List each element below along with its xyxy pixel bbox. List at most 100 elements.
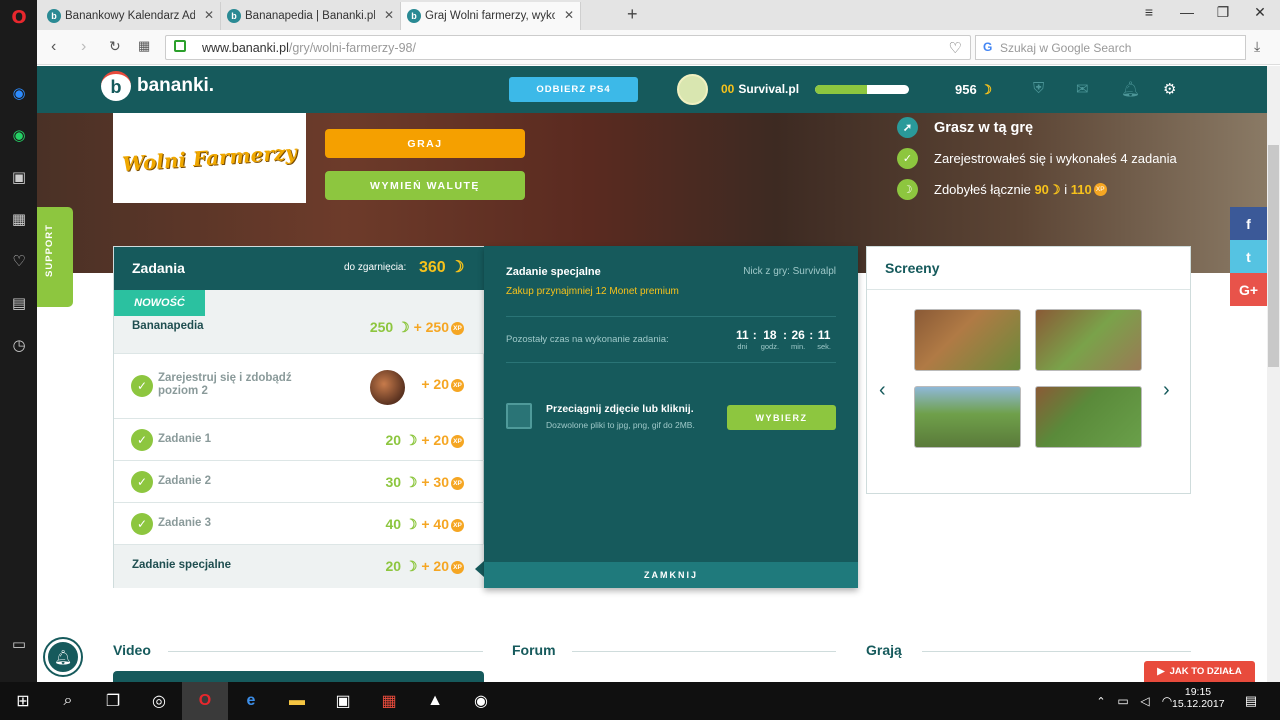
windows-taskbar: ⊞ ⌕ ❐ ◎ O e ▬ ▣ ▦ ▲ ◉ ⌃ ▭ ◁ ◠ ▤ xyxy=(0,682,1280,720)
screenshot-thumb[interactable] xyxy=(914,309,1021,371)
banana-icon: ☽ xyxy=(897,179,918,200)
tab-bar: b Banankowy Kalendarz Adw ✕ b Bananapedi… xyxy=(37,0,1280,30)
upload-instruction[interactable]: Przeciągnij zdjęcie lub kliknij. xyxy=(546,403,694,415)
user-name[interactable]: 00 Survival.pl xyxy=(721,82,799,96)
scrollbar-thumb[interactable] xyxy=(1268,145,1279,367)
xp-progress-bar xyxy=(815,85,909,94)
avatar[interactable] xyxy=(677,74,708,105)
steam-icon[interactable]: ◎ xyxy=(136,682,182,720)
system-clock[interactable]: 19:15 15.12.2017 xyxy=(1172,686,1225,710)
task-view-icon[interactable]: ❐ xyxy=(90,682,136,720)
facebook-share-button[interactable]: f xyxy=(1230,207,1267,240)
bookmark-heart-icon[interactable]: ♡ xyxy=(949,39,962,57)
opera-icon[interactable]: O xyxy=(182,682,228,720)
tab-bananapedia[interactable]: b Bananapedia | Bananki.pl ✕ xyxy=(221,2,401,30)
forum-section-title: Forum xyxy=(512,642,556,658)
task-row-1[interactable]: ✓ Zadanie 1 20 ☽ + 20 XP xyxy=(114,419,484,461)
minimize-icon[interactable]: — xyxy=(1172,4,1202,20)
shield-icon[interactable]: ⛨ xyxy=(1033,80,1044,97)
screenshot-thumb[interactable] xyxy=(914,386,1021,448)
video-card[interactable] xyxy=(113,671,484,682)
store-icon[interactable]: ▣ xyxy=(320,682,366,720)
close-tab-icon[interactable]: ✕ xyxy=(384,8,394,22)
search-input[interactable]: G Szukaj w Google Search xyxy=(975,35,1246,60)
cursor-icon: ➚ xyxy=(897,117,918,138)
whatsapp-icon[interactable]: ◉ xyxy=(8,124,30,146)
close-panel-button[interactable]: ZAMKNIJ xyxy=(484,562,858,588)
twitter-share-button[interactable]: t xyxy=(1230,240,1267,273)
support-tab[interactable]: SUPPORT xyxy=(37,207,73,307)
app-icon[interactable]: ◉ xyxy=(458,682,504,720)
video-section-title: Video xyxy=(113,642,151,658)
how-it-works-button[interactable]: ▶ JAK TO DZIAŁA xyxy=(1144,661,1255,682)
history-icon[interactable]: ◷ xyxy=(8,334,30,356)
notifications-icon[interactable]: ▤ xyxy=(1228,682,1274,720)
check-icon: ✓ xyxy=(131,429,153,451)
screenshot-thumb[interactable] xyxy=(1035,386,1142,448)
screenshot-thumb[interactable] xyxy=(1035,309,1142,371)
notification-bell-icon[interactable]: 🔔︎ xyxy=(45,639,81,675)
grid-icon[interactable]: ▦ xyxy=(8,208,30,230)
divider xyxy=(922,651,1191,652)
logo-b-icon: b xyxy=(101,71,131,101)
maximize-icon[interactable]: ❐ xyxy=(1208,4,1238,21)
close-tab-icon[interactable]: ✕ xyxy=(564,8,574,22)
chevron-left-icon[interactable]: ‹ xyxy=(879,379,886,402)
to-win-value: 360 ☽ xyxy=(419,259,465,276)
forward-icon[interactable]: › xyxy=(81,38,86,56)
close-window-icon[interactable]: ✕ xyxy=(1245,4,1275,21)
banana-icon: ☽ xyxy=(980,82,992,97)
bell-icon[interactable]: 🔔︎ xyxy=(1121,80,1140,98)
tasks-title: Zadania xyxy=(132,260,185,276)
choose-file-button[interactable]: WYBIERZ xyxy=(727,405,836,430)
opera-icon[interactable]: O xyxy=(8,6,30,28)
mail-icon[interactable]: ✉ xyxy=(1076,80,1089,98)
url-field[interactable]: www.bananki.pl/gry/wolni-farmerzy-98/ ♡ xyxy=(165,35,971,60)
special-task-panel: Zadanie specjalne Nick z gry: Survivalpl… xyxy=(484,246,858,588)
tab-wolni-farmerzy[interactable]: b Graj Wolni farmerzy, wykon ✕ xyxy=(401,2,581,30)
folder-icon[interactable]: ▬ xyxy=(274,682,320,720)
xp-progress-fill xyxy=(815,85,867,94)
divider xyxy=(506,316,836,317)
upload-allowed-types: Dozwolone pliki to jpg, png, gif do 2MB. xyxy=(546,420,695,430)
task-row-special[interactable]: Zadanie specjalne 20 ☽ + 20 XP xyxy=(114,545,484,588)
speed-dial-icon[interactable]: ▦ xyxy=(138,38,150,54)
task-row-2[interactable]: ✓ Zadanie 2 30 ☽ + 30 XP xyxy=(114,461,484,503)
gift-icon[interactable]: ▦ xyxy=(366,682,412,720)
edge-icon[interactable]: e xyxy=(228,682,274,720)
search-icon[interactable]: ⌕ xyxy=(45,682,91,720)
remaining-time-label: Pozostały czas na wykonanie zadania: xyxy=(506,334,669,345)
bananki-logo[interactable]: b bananki. xyxy=(101,71,214,101)
sidebar-toggle-icon[interactable]: ▭ xyxy=(8,633,30,655)
camera-icon[interactable]: ▣ xyxy=(8,166,30,188)
check-icon: ✓ xyxy=(131,375,153,397)
news-icon[interactable]: ▤ xyxy=(8,292,30,314)
gear-icon[interactable]: ⚙ xyxy=(1163,80,1176,98)
back-icon[interactable]: ‹ xyxy=(51,38,56,56)
gplus-share-button[interactable]: G+ xyxy=(1230,273,1267,306)
xp-icon: XP xyxy=(1093,183,1107,196)
windows-start-icon[interactable]: ⊞ xyxy=(0,682,46,720)
reload-icon[interactable]: ↻ xyxy=(109,38,121,55)
divider xyxy=(572,651,836,652)
close-tab-icon[interactable]: ✕ xyxy=(204,8,214,22)
tab-menu-icon[interactable]: ≡ xyxy=(1134,4,1164,20)
claim-ps4-button[interactable]: ODBIERZ PS4 xyxy=(509,77,638,102)
status-playing: ➚ Grasz w tą grę xyxy=(897,117,1033,138)
game-logo: Wolni Farmerzy xyxy=(113,113,306,203)
play-button[interactable]: GRAJ xyxy=(325,129,525,158)
chevron-right-icon[interactable]: › xyxy=(1163,379,1170,402)
screenshots-panel: Screeny ‹ › xyxy=(866,246,1191,494)
heart-icon[interactable]: ♡ xyxy=(8,250,30,272)
new-badge: NOWOŚĆ xyxy=(114,290,205,316)
messenger-icon[interactable]: ◉ xyxy=(8,82,30,104)
task-row-3[interactable]: ✓ Zadanie 3 40 ☽ + 40 XP xyxy=(114,503,484,545)
new-tab-button[interactable]: + xyxy=(627,4,638,25)
task-row-register[interactable]: ✓ Zarejestruj się i zdobądź poziom 2 + 2… xyxy=(114,354,484,419)
site-header: b bananki. ODBIERZ PS4 00 Survival.pl 956… xyxy=(37,66,1267,113)
image-upload-icon[interactable] xyxy=(506,403,532,429)
photos-icon[interactable]: ▲ xyxy=(412,682,458,720)
exchange-currency-button[interactable]: WYMIEŃ WALUTĘ xyxy=(325,171,525,200)
tab-kalendarz[interactable]: b Banankowy Kalendarz Adw ✕ xyxy=(41,2,221,30)
download-icon[interactable]: ⤓ xyxy=(1254,38,1260,55)
